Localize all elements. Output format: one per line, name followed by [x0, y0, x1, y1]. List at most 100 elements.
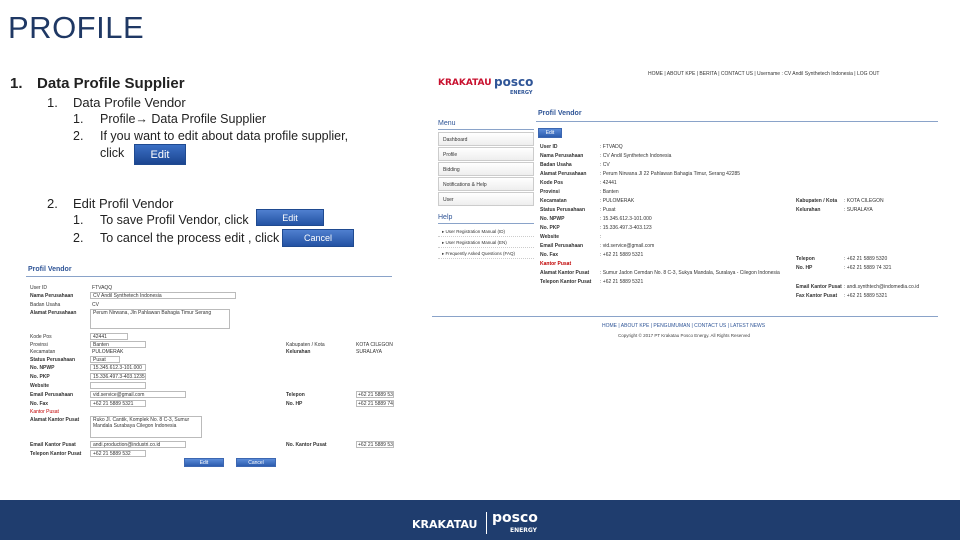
- detail-key: Alamat Perusahaan: [540, 171, 587, 177]
- detail-value: : Banten: [600, 189, 619, 195]
- hq-address-label: Alamat Kantor Pusat: [30, 417, 80, 423]
- item2-sub1-number: 1.: [73, 213, 84, 227]
- footer-logo-energy: ENERGY: [510, 527, 537, 534]
- district-label: Kecamatan: [30, 349, 56, 355]
- brand-logo: KRAKATAU posco ENERGY: [438, 74, 538, 96]
- detail-value: : Perum Nirwana Jl 22 Pahlawan Bahagia T…: [600, 171, 741, 177]
- detail-key: Email Perusahaan: [540, 243, 584, 249]
- item1-sub2-text: If you want to edit about data profile s…: [100, 129, 349, 143]
- item1-sub1-text: Profile→ Data Profile Supplier: [100, 112, 267, 126]
- postal-field[interactable]: 42441: [90, 333, 128, 340]
- top-nav[interactable]: HOME | ABOUT KPE | BERITA | CONTACT US |…: [648, 71, 879, 77]
- district-value: PULOMERAK: [92, 349, 124, 355]
- detail-key: User ID: [540, 144, 558, 150]
- pkp-field[interactable]: 15.336.497.3-403.1235: [90, 373, 146, 380]
- province-label: Provinsi: [30, 342, 48, 348]
- detail-value: :: [600, 234, 602, 240]
- footer-logo-posco: posco: [492, 510, 538, 526]
- footer-bar: KRAKATAU posco ENERGY: [0, 500, 960, 540]
- hp-field[interactable]: +62 21 5889 7442: [356, 400, 394, 407]
- detail-value: : Sumur Jadon Cemdan No. 8 C-3, Sukya Ma…: [600, 270, 780, 276]
- item1-sub2-click: click: [100, 146, 125, 160]
- item1-number: 1.: [47, 95, 58, 110]
- footer-logo-divider: [486, 512, 487, 534]
- help-title: Help: [438, 214, 534, 224]
- heading-text: Data Profile Supplier: [37, 75, 185, 92]
- detail-value: : +62 21 5889 5321: [600, 279, 644, 285]
- detail-value: : CV: [600, 162, 610, 168]
- fax-field[interactable]: +62 21 5889 5321: [90, 400, 146, 407]
- menu-item-profile[interactable]: Profile: [438, 147, 534, 161]
- detail-value: : +62 21 5889 5320: [844, 256, 888, 262]
- footer-links[interactable]: HOME | ABOUT KPE | PENGUMUMAN | CONTACT …: [602, 323, 765, 329]
- email-field[interactable]: vid.service@gmail.com: [90, 391, 186, 398]
- entity-value: CV: [92, 302, 99, 308]
- hq-address-field[interactable]: Ruko Jl. Cantik, Komplek No. 8 C-3, Sumu…: [90, 416, 202, 438]
- help-link-manual-en[interactable]: ▸ User Registration Manual (EN): [438, 237, 534, 248]
- menu-item-bidding[interactable]: Bidding: [438, 162, 534, 176]
- detail-value: : +62 21 5889 5321: [844, 293, 888, 299]
- panel-divider: [536, 121, 938, 122]
- help-link-label: User Registration Manual (ID): [445, 229, 506, 234]
- detail-key: No. PKP: [540, 225, 560, 231]
- detail-key: Website: [540, 234, 560, 240]
- province-select[interactable]: Banten: [90, 341, 146, 348]
- user-id-value: FTVAQQ: [92, 285, 113, 291]
- detail-key: Provinsi: [540, 189, 560, 195]
- detail-value: : CV Andil Synthetech Indonesia: [600, 153, 672, 159]
- city-value: KOTA CILEGON: [356, 342, 393, 348]
- hq-section-label: Kantor Pusat: [540, 261, 572, 267]
- form-divider: [26, 276, 392, 277]
- postal-label: Kode Pos: [30, 334, 52, 340]
- address-label: Alamat Perusahaan: [30, 310, 77, 316]
- email-label: Email Perusahaan: [30, 392, 74, 398]
- help-link-label: Frequently Asked Questions (FAQ): [445, 251, 516, 256]
- detail-key: Telepon Kantor Pusat: [540, 279, 592, 285]
- hq-phone-label: Telepon Kantor Pusat: [30, 451, 82, 457]
- menu-title: Menu: [438, 120, 534, 130]
- entity-label: Badan Usaha: [30, 302, 61, 308]
- city-label: Kabupaten / Kota: [286, 342, 325, 348]
- form-header: Profil Vendor: [28, 266, 72, 273]
- footer-logo: KRAKATAU posco ENERGY: [412, 510, 552, 534]
- menu-item-notifications[interactable]: Notifications & Help: [438, 177, 534, 191]
- heading-number: 1.: [10, 75, 23, 92]
- detail-value: : +62 21 5889 5321: [600, 252, 644, 258]
- detail-value: : Pusat: [600, 207, 616, 213]
- hq-fax-field[interactable]: +62 21 5889 532: [356, 441, 394, 448]
- detail-key: Kode Pos: [540, 180, 564, 186]
- item2-sub2-text: To cancel the process edit , click: [100, 231, 280, 245]
- hq-email-field[interactable]: andi.production@industri.co.id: [90, 441, 186, 448]
- panel-title: Profil Vendor: [538, 110, 582, 117]
- profile-panel: Profil Vendor: [536, 110, 938, 122]
- form-cancel-button[interactable]: Cancel: [236, 458, 276, 467]
- menu-item-user[interactable]: User: [438, 192, 534, 206]
- sidebar: Menu Dashboard Profile Bidding Notificat…: [438, 120, 534, 259]
- npwp-field[interactable]: 15.345.612.3-101.000: [90, 364, 146, 371]
- menu-item-dashboard[interactable]: Dashboard: [438, 132, 534, 146]
- profile-edit-button[interactable]: Edit: [538, 128, 562, 138]
- fax-label: No. Fax: [30, 401, 49, 407]
- item1-text: Data Profile Vendor: [73, 95, 186, 110]
- cancel-button-image: Cancel: [282, 229, 354, 247]
- help-link-manual-id[interactable]: ▸ User Registration Manual (ID): [438, 226, 534, 237]
- hq-email-label: Email Kantor Pusat: [30, 442, 76, 448]
- item1-sub1-number: 1.: [73, 112, 84, 126]
- hq-fax-label: No. Kantor Pusat: [286, 442, 327, 448]
- company-field[interactable]: CV Andil Synthetech Indonesia: [90, 292, 236, 299]
- item1-sub2-number: 2.: [73, 129, 84, 143]
- detail-value: : +62 21 5889 74 321: [844, 265, 892, 271]
- tel-field[interactable]: +62 21 5889 532: [356, 391, 394, 398]
- detail-value: : PULOMERAK: [600, 198, 635, 204]
- help-link-faq[interactable]: ▸ Frequently Asked Questions (FAQ): [438, 248, 534, 259]
- hp-label: No. HP: [286, 401, 303, 407]
- detail-key: No. NPWP: [540, 216, 565, 222]
- detail-key: Alamat Kantor Pusat: [540, 270, 590, 276]
- detail-value: : KOTA CILEGON: [844, 198, 884, 204]
- hq-phone-field[interactable]: +62 21 5889 532: [90, 450, 146, 457]
- status-select[interactable]: Pusat: [90, 356, 120, 363]
- detail-value: : 15.345.612.3-101.000: [600, 216, 652, 222]
- address-field[interactable]: Perum Nirwana, Jln Pahlawan Bahagia Timu…: [90, 309, 230, 329]
- website-field[interactable]: [90, 382, 146, 389]
- form-edit-button[interactable]: Edit: [184, 458, 224, 467]
